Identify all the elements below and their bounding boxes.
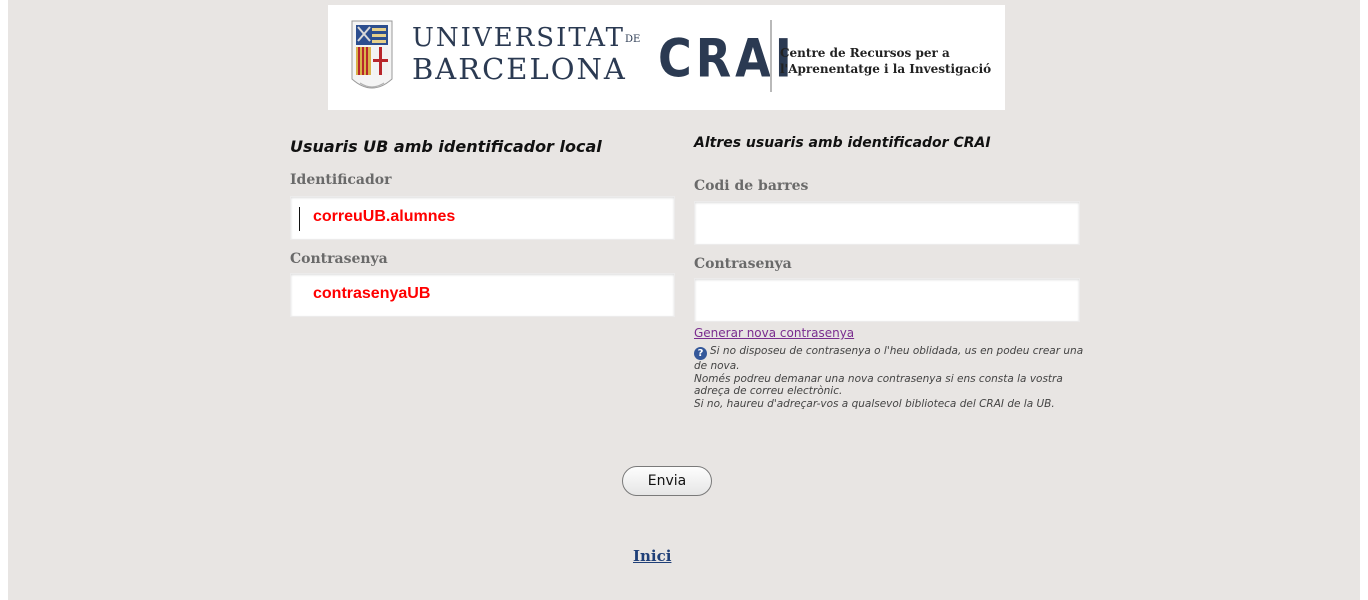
identifier-hint: correuUB.alumnes: [313, 208, 456, 225]
ub-users-heading: Usuaris UB amb identificador local: [290, 137, 602, 156]
submit-button[interactable]: Envia: [622, 466, 712, 496]
identifier-label: Identificador: [290, 172, 392, 188]
login-page: UNIVERSITATDE BARCELONA CRAI Centre de R…: [8, 0, 1360, 600]
text-caret: [299, 207, 300, 231]
ub-password-hint: contrasenyaUB: [313, 285, 431, 302]
crai-description: Centre de Recursos per a l'Aprenentatge …: [780, 46, 992, 76]
university-name: UNIVERSITATDE BARCELONA: [412, 23, 641, 86]
university-crest-icon: [351, 20, 393, 89]
identifier-input[interactable]: correuUB.alumnes: [290, 196, 675, 240]
info-icon: ?: [694, 347, 707, 360]
ub-password-label: Contrasenya: [290, 251, 388, 267]
crai-logo: CRAI: [658, 27, 796, 90]
crai-password-label: Contrasenya: [694, 256, 792, 272]
logo-divider: [770, 20, 772, 92]
password-help-text: ? Si no disposeu de contrasenya o l'heu o…: [694, 345, 1084, 410]
crai-users-heading: Altres usuaris amb identificador CRAI: [694, 135, 991, 151]
barcode-input[interactable]: [694, 201, 1080, 245]
barcode-label: Codi de barres: [694, 178, 809, 194]
crai-password-input[interactable]: [694, 278, 1080, 322]
header-banner: UNIVERSITATDE BARCELONA CRAI Centre de R…: [328, 5, 1005, 110]
ub-password-input[interactable]: contrasenyaUB: [290, 273, 675, 317]
home-link[interactable]: Inici: [633, 547, 671, 565]
generate-password-link[interactable]: Generar nova contrasenya: [694, 326, 854, 340]
